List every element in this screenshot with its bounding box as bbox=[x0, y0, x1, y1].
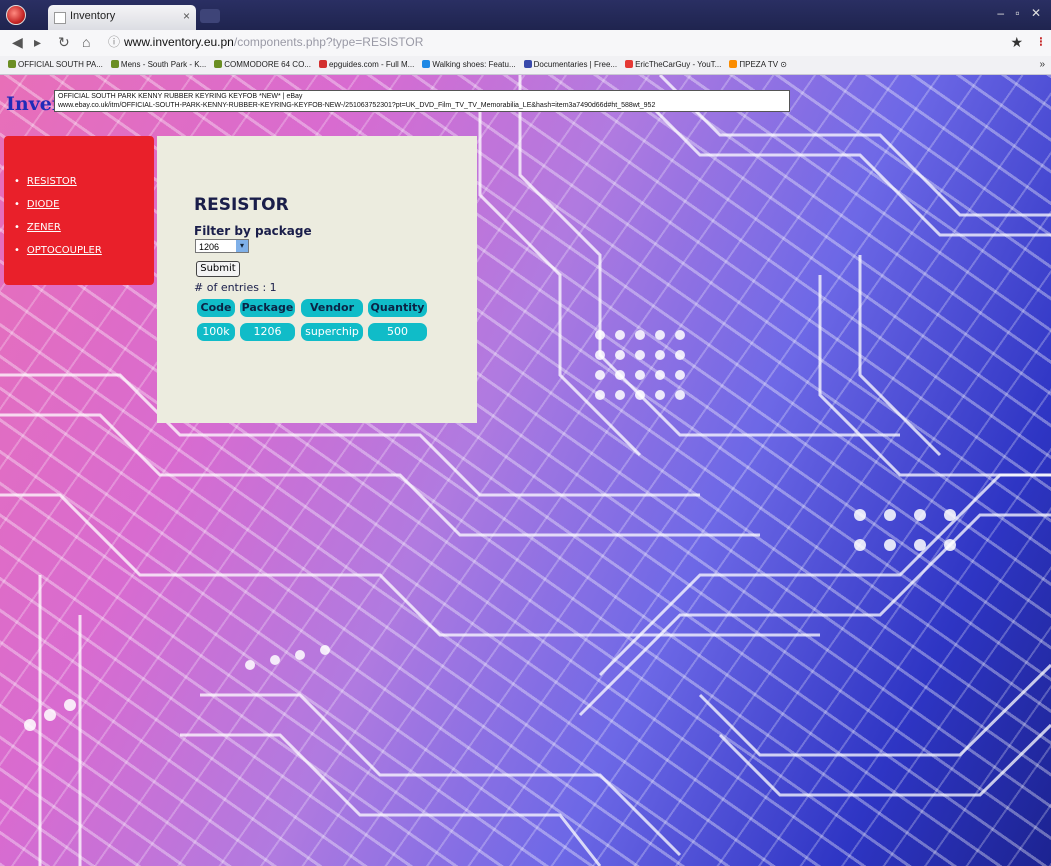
bookmark-label: ΠΡΕΖΑ TV ⊙ bbox=[739, 60, 787, 69]
bookmark-favicon-icon bbox=[625, 60, 634, 68]
table-header-quantity: Quantity bbox=[368, 299, 427, 317]
filter-label: Filter by package bbox=[194, 224, 312, 238]
page-info-icon[interactable]: ⓘ bbox=[108, 35, 120, 49]
bookmark-item[interactable]: ΠΡΕΖΑ TV ⊙ bbox=[729, 56, 787, 74]
bookmark-label: COMMODORE 64 CO... bbox=[224, 60, 311, 69]
content-panel: RESISTOR Filter by package 1206 ▾ Submit… bbox=[157, 136, 477, 423]
bookmark-item[interactable]: COMMODORE 64 CO... bbox=[214, 56, 311, 74]
address-bar[interactable]: ⓘ www.inventory.eu.pn/components.php?type… bbox=[108, 33, 988, 52]
table-header-package: Package bbox=[240, 299, 295, 317]
browser-logo-icon[interactable] bbox=[6, 5, 26, 25]
package-select-value: 1206 bbox=[199, 242, 220, 252]
bullet-icon: • bbox=[14, 176, 20, 187]
page-favicon-icon bbox=[54, 12, 66, 24]
bullet-icon: • bbox=[14, 245, 20, 256]
bookmark-label: OFFICIAL SOUTH PA... bbox=[18, 60, 103, 69]
browser-window: Inventory × – ▫ ✕ ◀ ▸ ↻ ⌂ ⓘ www.inventory… bbox=[0, 0, 1051, 866]
bookmark-label: Documentaries | Free... bbox=[533, 60, 618, 69]
bookmark-item[interactable]: epguides.com - Full M... bbox=[318, 56, 415, 74]
bookmark-label: epguides.com - Full M... bbox=[328, 60, 415, 69]
submit-button[interactable]: Submit bbox=[196, 261, 240, 277]
url-path: /components.php?type=RESISTOR bbox=[233, 35, 424, 49]
bookmark-item[interactable]: Walking shoes: Featu... bbox=[422, 56, 516, 74]
reload-icon[interactable]: ↻ bbox=[58, 34, 70, 51]
bookmark-label: Mens - South Park - K... bbox=[120, 60, 207, 69]
bookmarks-bar: OFFICIAL SOUTH PA... Mens - South Park - … bbox=[0, 56, 1051, 75]
bookmark-favicon-icon bbox=[214, 60, 223, 68]
bookmark-favicon-icon bbox=[318, 60, 327, 68]
sidebar-item-diode: • DIODE bbox=[14, 193, 154, 216]
bookmark-item[interactable]: Mens - South Park - K... bbox=[110, 56, 207, 74]
window-controls[interactable]: – ▫ ✕ bbox=[997, 6, 1045, 20]
table-cell-package: 1206 bbox=[240, 323, 295, 341]
page-title: RESISTOR bbox=[194, 195, 289, 215]
bookmark-favicon-icon bbox=[8, 60, 16, 68]
bookmark-label: EricTheCarGuy - YouT... bbox=[635, 60, 722, 69]
new-tab-button[interactable] bbox=[200, 9, 220, 23]
page-content: Inver OFFICIAL SOUTH PARK KENNY RUBBER K… bbox=[0, 75, 1051, 866]
sidebar-item-zener: • ZENER bbox=[14, 216, 154, 239]
sidebar-item-resistor: • RESISTOR bbox=[14, 170, 154, 193]
chevron-down-icon[interactable]: ▾ bbox=[236, 240, 248, 252]
sidebar-link-diode[interactable]: DIODE bbox=[27, 199, 60, 210]
bookmark-star-icon[interactable]: ★ bbox=[1010, 34, 1023, 51]
navigation-bar: ◀ ▸ ↻ ⌂ ⓘ www.inventory.eu.pn/components.… bbox=[0, 30, 1051, 57]
sidebar-link-zener[interactable]: ZENER bbox=[27, 222, 61, 233]
table-header-code: Code bbox=[197, 299, 235, 317]
bookmark-item[interactable]: Documentaries | Free... bbox=[523, 56, 618, 74]
bookmark-label: Walking shoes: Featu... bbox=[432, 60, 516, 69]
bookmark-favicon-icon bbox=[523, 60, 532, 68]
bookmark-item[interactable]: EricTheCarGuy - YouT... bbox=[625, 56, 721, 74]
bookmark-favicon-icon bbox=[110, 60, 119, 68]
tab-close-icon[interactable]: × bbox=[183, 9, 190, 23]
sidebar-link-optocoupler[interactable]: OPTOCOUPLER bbox=[27, 245, 102, 256]
tooltip-title: OFFICIAL SOUTH PARK KENNY RUBBER KEYRING… bbox=[58, 93, 303, 100]
bookmark-favicon-icon bbox=[729, 60, 738, 68]
table-cell-quantity: 500 bbox=[368, 323, 427, 341]
tooltip-url: www.ebay.co.uk/itm/OFFICIAL-SOUTH-PARK-K… bbox=[58, 102, 656, 109]
tab-inventory[interactable]: Inventory × bbox=[48, 5, 196, 30]
entries-count: # of entries : 1 bbox=[194, 281, 277, 294]
bullet-icon: • bbox=[14, 199, 20, 210]
bookmarks-more-icon[interactable]: » bbox=[1039, 56, 1045, 74]
title-bar: Inventory × – ▫ ✕ bbox=[0, 0, 1051, 30]
table-cell-code: 100k bbox=[197, 323, 235, 341]
url-domain: www.inventory.eu.pn bbox=[124, 35, 234, 49]
sidebar-link-resistor[interactable]: RESISTOR bbox=[27, 176, 77, 187]
menu-icon[interactable]: ⁝ bbox=[1039, 34, 1043, 50]
table-header-vendor: Vendor bbox=[301, 299, 363, 317]
bookmark-item[interactable]: OFFICIAL SOUTH PA... bbox=[8, 56, 103, 74]
sidebar-item-optocoupler: • OPTOCOUPLER bbox=[14, 239, 154, 262]
category-sidebar: • RESISTOR • DIODE • ZENER • OPTOCOUPLER bbox=[4, 136, 154, 285]
tab-title: Inventory bbox=[70, 10, 116, 22]
package-select[interactable]: 1206 ▾ bbox=[195, 239, 249, 253]
table-cell-vendor: superchip bbox=[301, 323, 363, 341]
back-arrow-icon[interactable]: ◀ bbox=[12, 34, 23, 51]
bullet-icon: • bbox=[14, 222, 20, 233]
link-tooltip: OFFICIAL SOUTH PARK KENNY RUBBER KEYRING… bbox=[54, 90, 790, 112]
home-icon[interactable]: ⌂ bbox=[82, 34, 90, 50]
bookmark-favicon-icon bbox=[422, 60, 431, 68]
forward-arrow-icon[interactable]: ▸ bbox=[34, 34, 41, 51]
